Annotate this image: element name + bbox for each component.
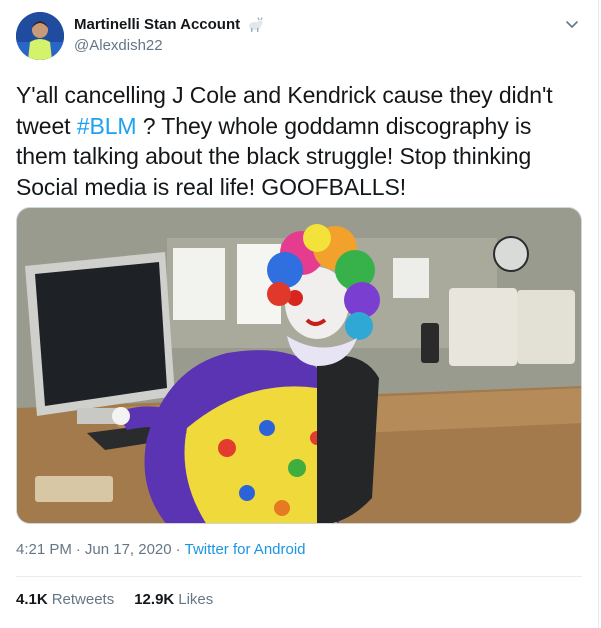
avatar-photo	[16, 12, 64, 60]
meta-separator: ·	[75, 541, 81, 558]
tweet-meta: 4:21 PM · Jun 17, 2020 · Twitter for And…	[16, 541, 306, 558]
tweet-card: Martinelli Stan Account @Alexdish22 Y'al…	[0, 0, 599, 628]
avatar[interactable]	[16, 12, 64, 60]
retweets-stat[interactable]: 4.1K Retweets	[16, 591, 114, 608]
retweets-count: 4.1K	[16, 591, 48, 608]
tweet-source-link[interactable]: Twitter for Android	[185, 541, 306, 558]
tweet-text: Y'all cancelling J Cole and Kendrick cau…	[16, 80, 586, 202]
tweet-media-image[interactable]	[16, 207, 582, 524]
chevron-down-icon[interactable]	[564, 16, 580, 32]
goat-emoji-icon	[246, 16, 264, 33]
name-row: Martinelli Stan Account	[74, 16, 264, 33]
tweet-stats: 4.1K Retweets 12.9K Likes	[16, 591, 213, 608]
likes-count: 12.9K	[134, 591, 175, 608]
divider	[16, 576, 582, 577]
user-handle[interactable]: @Alexdish22	[74, 37, 163, 54]
hashtag-link[interactable]: #BLM	[77, 113, 137, 139]
likes-stat[interactable]: 12.9K Likes	[134, 591, 213, 608]
tweet-time[interactable]: 4:21 PM	[16, 541, 72, 558]
retweets-label: Retweets	[51, 591, 115, 608]
clown-at-desk-photo	[17, 208, 581, 523]
likes-label: Likes	[178, 591, 214, 608]
tweet-date[interactable]: Jun 17, 2020	[85, 541, 172, 558]
display-name[interactable]: Martinelli Stan Account	[74, 16, 240, 33]
meta-separator: ·	[175, 541, 181, 558]
